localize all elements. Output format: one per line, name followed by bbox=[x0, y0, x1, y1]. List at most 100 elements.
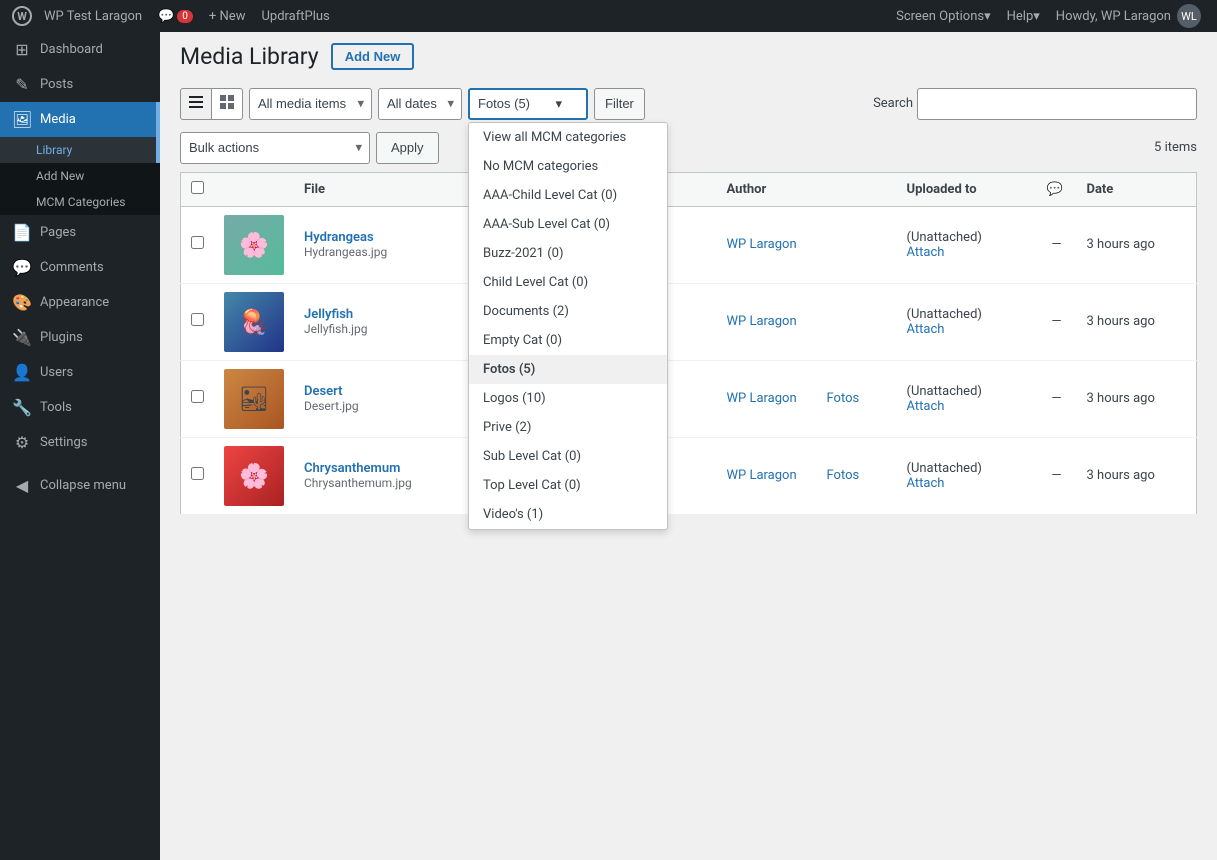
col-header-author[interactable]: Author bbox=[717, 172, 817, 206]
bulk-actions-select[interactable]: Bulk actions bbox=[180, 132, 370, 164]
pages-icon: 📄 bbox=[12, 223, 32, 242]
add-new-button[interactable]: Add New bbox=[331, 43, 415, 70]
sidebar-item-mcm-categories[interactable]: MCM Categories bbox=[0, 189, 160, 215]
avatar: WL bbox=[1177, 4, 1201, 28]
dropdown-item-aaa-sub[interactable]: AAA-Sub Level Cat (0) bbox=[469, 210, 667, 239]
dropdown-item-documents[interactable]: Documents (2) bbox=[469, 297, 667, 326]
sidebar-item-users[interactable]: 👤 Users bbox=[0, 355, 160, 390]
view-toggle bbox=[180, 88, 243, 120]
updraftplus-link[interactable]: UpdraftPlus bbox=[253, 0, 337, 32]
category-cell: Fotos bbox=[817, 437, 897, 514]
sidebar-item-label: Comments bbox=[40, 260, 104, 275]
row-checkbox[interactable] bbox=[191, 467, 204, 480]
dropdown-item-fotos[interactable]: Fotos (5) bbox=[469, 355, 667, 384]
date-value: 3 hours ago bbox=[1087, 468, 1155, 483]
grid-view-btn[interactable] bbox=[211, 88, 243, 120]
select-all-checkbox[interactable] bbox=[191, 181, 204, 194]
sidebar-item-tools[interactable]: 🔧 Tools bbox=[0, 390, 160, 425]
user-menu[interactable]: Howdy, WP Laragon WL bbox=[1048, 0, 1209, 32]
dropdown-item-no-mcm[interactable]: No MCM categories bbox=[469, 152, 667, 181]
new-content-link[interactable]: + New bbox=[201, 0, 254, 32]
media-thumbnail: 🏜 bbox=[224, 369, 284, 429]
sidebar-item-add-new[interactable]: Add New bbox=[0, 163, 160, 189]
dropdown-item-view-all[interactable]: View all MCM categories bbox=[469, 123, 667, 152]
dropdown-item-empty-cat[interactable]: Empty Cat (0) bbox=[469, 326, 667, 355]
sidebar-item-settings[interactable]: ⚙ Settings bbox=[0, 425, 160, 460]
dropdown-item-prive[interactable]: Prive (2) bbox=[469, 413, 667, 442]
comment-count-cell: — bbox=[1037, 283, 1077, 360]
users-icon: 👤 bbox=[12, 363, 32, 382]
sidebar-item-comments[interactable]: 💬 Comments bbox=[0, 250, 160, 285]
col-header-uploaded[interactable]: Uploaded to bbox=[897, 172, 1037, 206]
filter-button[interactable]: Filter bbox=[594, 88, 645, 120]
dropdown-item-aaa-child[interactable]: AAA-Child Level Cat (0) bbox=[469, 181, 667, 210]
wp-logo[interactable]: W bbox=[8, 0, 36, 32]
sidebar-item-media[interactable]: 🖼 Media bbox=[0, 102, 160, 137]
apply-button[interactable]: Apply bbox=[376, 132, 439, 164]
author-link[interactable]: WP Laragon bbox=[727, 237, 797, 252]
media-title[interactable]: Jellyfish bbox=[304, 307, 353, 322]
attach-link[interactable]: Attach bbox=[907, 476, 945, 491]
admin-bar: W WP Test Laragon 💬 0 + New UpdraftPlus … bbox=[0, 0, 1217, 32]
col-header-comment: 💬 bbox=[1037, 172, 1077, 206]
date-cell: 3 hours ago bbox=[1077, 283, 1197, 360]
dropdown-item-top-level[interactable]: Top Level Cat (0) bbox=[469, 471, 667, 500]
comments-link[interactable]: 💬 0 bbox=[150, 0, 201, 32]
media-title[interactable]: Hydrangeas bbox=[304, 230, 374, 245]
date-cell: 3 hours ago bbox=[1077, 360, 1197, 437]
row-checkbox[interactable] bbox=[191, 313, 204, 326]
dropdown-item-sub-level[interactable]: Sub Level Cat (0) bbox=[469, 442, 667, 471]
sidebar-item-label: Dashboard bbox=[40, 42, 103, 57]
attach-link[interactable]: Attach bbox=[907, 399, 945, 414]
media-table: File Author Uploaded to 💬 bbox=[180, 172, 1197, 515]
collapse-icon: ◀ bbox=[12, 476, 32, 495]
media-title[interactable]: Desert bbox=[304, 384, 343, 399]
list-view-btn[interactable] bbox=[180, 88, 212, 120]
category-cell bbox=[817, 206, 897, 283]
sidebar-item-dashboard[interactable]: ⊞ Dashboard bbox=[0, 32, 160, 67]
attach-link[interactable]: Attach bbox=[907, 245, 945, 260]
search-input[interactable] bbox=[917, 88, 1197, 120]
thumbnail-cell: 🏜 bbox=[214, 360, 294, 437]
sidebar-item-library[interactable]: Library bbox=[0, 137, 160, 163]
author-link[interactable]: WP Laragon bbox=[727, 468, 797, 483]
category-link[interactable]: Fotos bbox=[827, 468, 860, 483]
row-checkbox[interactable] bbox=[191, 390, 204, 403]
dropdown-item-videos[interactable]: Video's (1) bbox=[469, 500, 667, 529]
dates-filter[interactable]: All dates bbox=[378, 88, 462, 120]
media-thumbnail: 🌸 bbox=[224, 446, 284, 506]
collapse-menu-btn[interactable]: ◀ Collapse menu bbox=[0, 468, 160, 503]
sidebar-item-posts[interactable]: ✎ Posts bbox=[0, 67, 160, 102]
row-checkbox[interactable] bbox=[191, 236, 204, 249]
comment-count-cell: — bbox=[1037, 206, 1077, 283]
category-filter-btn[interactable]: Fotos (5) ▾ bbox=[468, 88, 588, 120]
dropdown-item-child-level[interactable]: Child Level Cat (0) bbox=[469, 268, 667, 297]
category-link[interactable]: Fotos bbox=[827, 391, 860, 406]
help-btn[interactable]: Help ▾ bbox=[999, 0, 1048, 32]
comment-count: 0 bbox=[177, 10, 193, 23]
grid-view-icon bbox=[219, 94, 235, 113]
tools-icon: 🔧 bbox=[12, 398, 32, 417]
col-header-date[interactable]: Date bbox=[1077, 172, 1197, 206]
submenu-label: MCM Categories bbox=[36, 195, 126, 209]
row-checkbox-cell bbox=[181, 437, 215, 514]
site-name[interactable]: WP Test Laragon bbox=[36, 0, 150, 32]
table-row: 🪼 Jellyfish Jellyfish.jpg WP Laragon (Un… bbox=[181, 283, 1197, 360]
comment-count: — bbox=[1051, 468, 1061, 483]
media-filename: Hydrangeas.jpg bbox=[304, 245, 387, 259]
category-cell bbox=[817, 283, 897, 360]
comment-bubble-icon: 💬 bbox=[1047, 182, 1063, 197]
media-items-filter[interactable]: All media items bbox=[249, 88, 372, 120]
screen-options-btn[interactable]: Screen Options ▾ bbox=[888, 0, 999, 32]
author-link[interactable]: WP Laragon bbox=[727, 314, 797, 329]
dropdown-item-logos[interactable]: Logos (10) bbox=[469, 384, 667, 413]
attach-link[interactable]: Attach bbox=[907, 322, 945, 337]
sidebar-item-plugins[interactable]: 🔌 Plugins bbox=[0, 320, 160, 355]
media-title[interactable]: Chrysanthemum bbox=[304, 461, 400, 476]
author-link[interactable]: WP Laragon bbox=[727, 391, 797, 406]
sidebar-item-appearance[interactable]: 🎨 Appearance bbox=[0, 285, 160, 320]
sidebar-item-pages[interactable]: 📄 Pages bbox=[0, 215, 160, 250]
list-view-icon bbox=[188, 94, 204, 113]
sidebar-item-label: Users bbox=[40, 365, 73, 380]
dropdown-item-buzz-2021[interactable]: Buzz-2021 (0) bbox=[469, 239, 667, 268]
